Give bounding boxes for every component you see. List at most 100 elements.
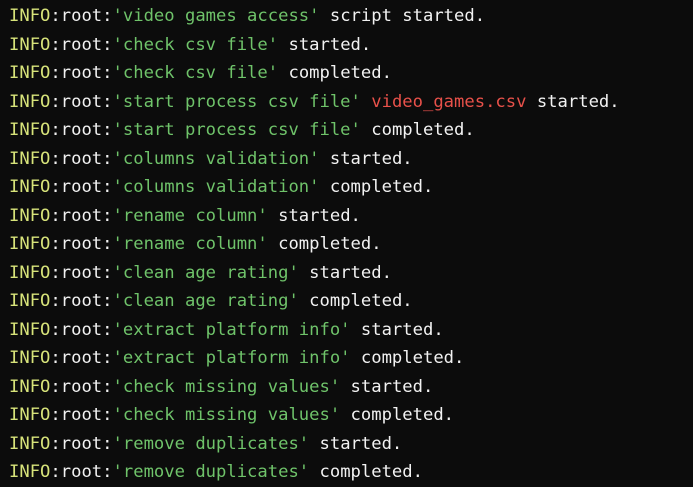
log-separator: : — [50, 177, 61, 197]
log-separator: : — [50, 433, 61, 454]
log-separator: : — [50, 348, 61, 368]
log-message: 'video games access' — [112, 6, 320, 26]
log-level: INFO — [9, 177, 51, 197]
logger-name: root — [60, 120, 103, 140]
logger-name: root — [60, 63, 103, 83]
log-level: INFO — [9, 348, 51, 368]
log-status: started. — [319, 433, 403, 454]
log-separator: : — [50, 319, 61, 340]
logger-name: root — [60, 262, 103, 283]
log-message: 'check missing values' — [112, 376, 341, 397]
log-status: completed. — [278, 234, 382, 254]
log-separator: : — [102, 319, 113, 340]
log-message: 'remove duplicates' — [112, 433, 310, 454]
log-level: INFO — [9, 262, 51, 283]
log-status: completed. — [288, 63, 392, 83]
log-line: INFO:root:'check missing values' started… — [9, 373, 693, 402]
log-separator: : — [102, 205, 113, 226]
logger-name: root — [60, 205, 103, 226]
log-separator: : — [50, 34, 61, 55]
log-status: started. — [309, 262, 392, 283]
log-level: INFO — [9, 120, 51, 140]
log-line: INFO:root:'columns validation' started. — [9, 145, 693, 174]
log-message: 'extract platform info' — [112, 319, 351, 340]
logger-name: root — [60, 348, 103, 368]
log-message: 'columns validation' — [112, 177, 320, 197]
log-status: completed. — [329, 177, 434, 197]
log-message: 'clean age rating' — [112, 291, 299, 311]
log-line: INFO:root:'start process csv file' compl… — [9, 116, 693, 145]
log-message: 'extract platform info' — [112, 348, 351, 368]
log-status: started. — [360, 319, 444, 340]
logger-name: root — [60, 234, 103, 254]
log-separator: : — [50, 91, 61, 112]
logger-name: root — [60, 91, 103, 112]
log-status: started. — [278, 205, 361, 226]
log-separator: : — [102, 120, 113, 140]
log-line: INFO:root:'clean age rating' completed. — [9, 287, 693, 316]
log-separator: : — [50, 63, 61, 83]
log-level: INFO — [9, 91, 51, 112]
log-message: 'start process csv file' — [112, 91, 361, 112]
log-status: completed. — [309, 291, 413, 311]
log-level: INFO — [9, 6, 51, 26]
log-separator: : — [102, 376, 113, 397]
log-status: completed. — [319, 462, 423, 482]
log-level: INFO — [9, 433, 51, 454]
terminal-output[interactable]: INFO:root:'video games access' script st… — [0, 0, 693, 484]
log-separator: : — [50, 148, 61, 169]
log-separator: : — [102, 291, 113, 311]
log-separator: : — [102, 34, 113, 55]
log-separator: : — [50, 205, 61, 226]
log-status: started. — [536, 91, 620, 112]
logger-name: root — [60, 405, 103, 425]
log-separator: : — [102, 405, 113, 425]
log-message: 'rename column' — [112, 234, 268, 254]
logger-name: root — [60, 177, 103, 197]
log-line: INFO:root:'clean age rating' started. — [9, 259, 693, 288]
log-line: INFO:root:'remove duplicates' completed. — [9, 458, 693, 487]
log-message: 'check missing values' — [112, 405, 341, 425]
log-line: INFO:root:'rename column' started. — [9, 202, 693, 231]
log-separator: : — [50, 120, 61, 140]
log-line: INFO:root:'extract platform info' comple… — [9, 344, 693, 373]
log-separator: : — [102, 6, 113, 26]
log-line: INFO:root:'remove duplicates' started. — [9, 430, 693, 459]
log-message: 'clean age rating' — [112, 262, 299, 283]
log-separator: : — [50, 6, 61, 26]
log-separator: : — [102, 91, 113, 112]
log-separator: : — [50, 262, 61, 283]
logger-name: root — [60, 319, 103, 340]
log-line: INFO:root:'video games access' script st… — [9, 2, 693, 31]
logger-name: root — [60, 433, 103, 454]
log-status: completed. — [371, 120, 475, 140]
log-line: INFO:root:'rename column' completed. — [9, 230, 693, 259]
log-line: INFO:root:'check missing values' complet… — [9, 401, 693, 430]
log-message: 'start process csv file' — [112, 120, 361, 140]
log-level: INFO — [9, 376, 51, 397]
log-message: 'check csv file' — [112, 63, 279, 83]
logger-name: root — [60, 34, 103, 55]
log-level: INFO — [9, 462, 51, 482]
log-level: INFO — [9, 319, 51, 340]
log-separator: : — [102, 348, 113, 368]
log-level: INFO — [9, 234, 51, 254]
log-separator: : — [102, 262, 113, 283]
log-status: completed. — [360, 348, 465, 368]
log-level: INFO — [9, 291, 51, 311]
log-separator: : — [102, 433, 113, 454]
log-separator: : — [102, 148, 113, 169]
log-separator: : — [50, 462, 61, 482]
log-status: started. — [288, 34, 372, 55]
log-message: 'columns validation' — [112, 148, 320, 169]
log-status: started. — [329, 148, 413, 169]
log-line: INFO:root:'start process csv file' video… — [9, 88, 693, 117]
log-message: 'remove duplicates' — [112, 462, 310, 482]
logger-name: root — [60, 148, 103, 169]
log-separator: : — [102, 63, 113, 83]
log-level: INFO — [9, 405, 51, 425]
log-level: INFO — [9, 34, 51, 55]
logger-name: root — [60, 291, 103, 311]
log-separator: : — [50, 405, 61, 425]
log-level: INFO — [9, 205, 51, 226]
